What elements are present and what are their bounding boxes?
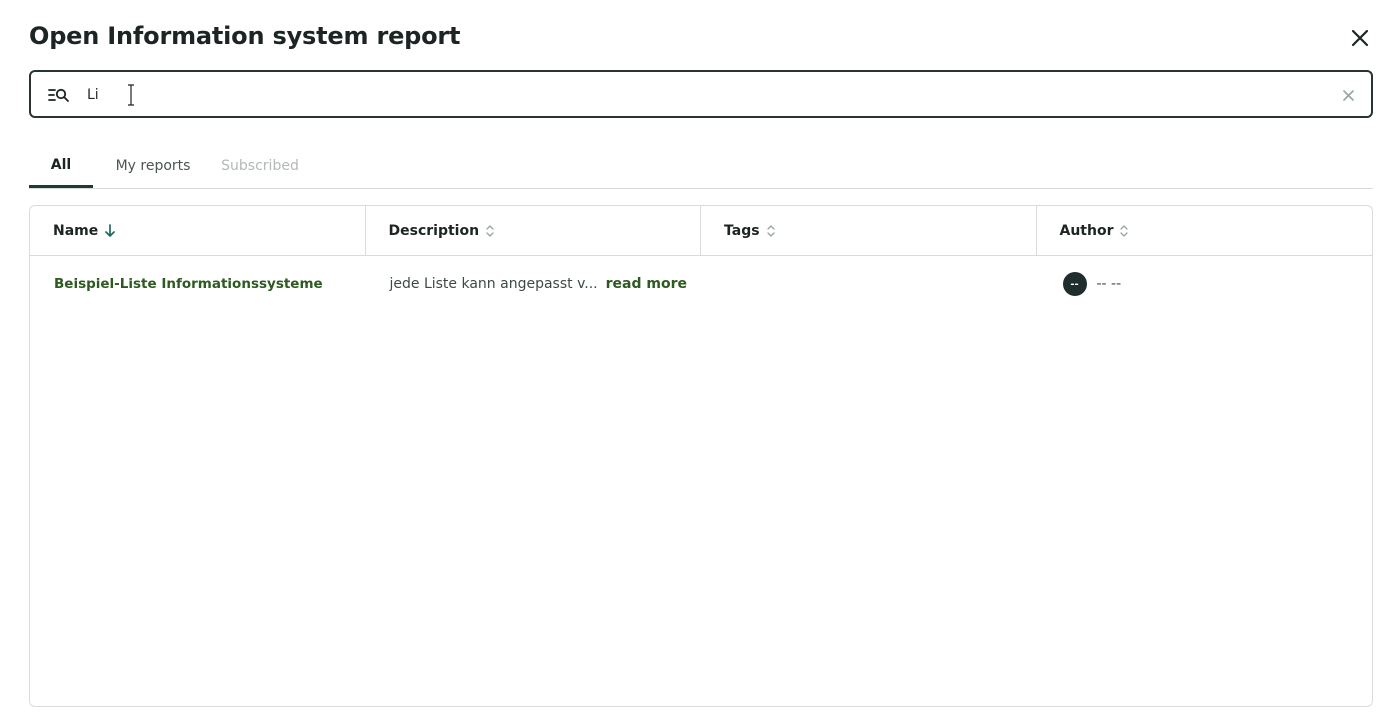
column-label: Tags <box>724 222 760 239</box>
report-tabs: All My reports Subscribed <box>29 144 1373 189</box>
column-label: Name <box>53 222 99 239</box>
close-icon <box>1351 29 1369 47</box>
tab-subscribed[interactable]: Subscribed <box>215 144 305 188</box>
dialog-title: Open Information system report <box>29 22 461 50</box>
search-input[interactable] <box>87 82 1287 108</box>
clear-search-button[interactable] <box>1339 86 1357 104</box>
cell-description: jede Liste kann angepasst v... read more <box>366 256 702 312</box>
read-more-link[interactable]: read more <box>606 276 687 292</box>
author-name: -- -- <box>1096 276 1122 292</box>
tab-my-reports[interactable]: My reports <box>105 144 201 188</box>
sort-icon <box>1120 224 1129 238</box>
close-button[interactable] <box>1348 26 1372 50</box>
cell-name: Beispiel-Liste Informationssysteme <box>30 256 366 312</box>
search-box <box>29 70 1373 118</box>
column-header-description[interactable]: Description <box>366 206 701 255</box>
open-report-dialog: Open Information system report All My re… <box>0 0 1392 722</box>
column-label: Description <box>388 222 480 239</box>
reports-table: Name Description Tags Author Beispiel-Li… <box>29 205 1373 707</box>
clear-icon <box>1342 89 1354 101</box>
column-header-tags[interactable]: Tags <box>701 206 1037 255</box>
avatar: -- <box>1062 272 1087 296</box>
sort-icon <box>486 224 494 238</box>
text-cursor-icon <box>128 84 134 106</box>
arrow-down-icon <box>105 223 116 238</box>
description-text: jede Liste kann angepasst v... <box>389 276 598 292</box>
table-row[interactable]: Beispiel-Liste Informationssysteme jede … <box>30 256 1372 312</box>
filter-search-icon <box>48 88 69 102</box>
column-label: Author <box>1059 222 1114 239</box>
sort-icon <box>766 224 775 238</box>
table-header: Name Description Tags Author <box>30 206 1372 256</box>
cell-tags <box>701 256 1037 312</box>
tab-all[interactable]: All <box>29 144 93 188</box>
cell-author: -- -- -- <box>1037 256 1373 312</box>
column-header-name[interactable]: Name <box>30 206 366 255</box>
column-header-author[interactable]: Author <box>1037 206 1373 255</box>
report-name-link[interactable]: Beispiel-Liste Informationssysteme <box>54 276 323 292</box>
